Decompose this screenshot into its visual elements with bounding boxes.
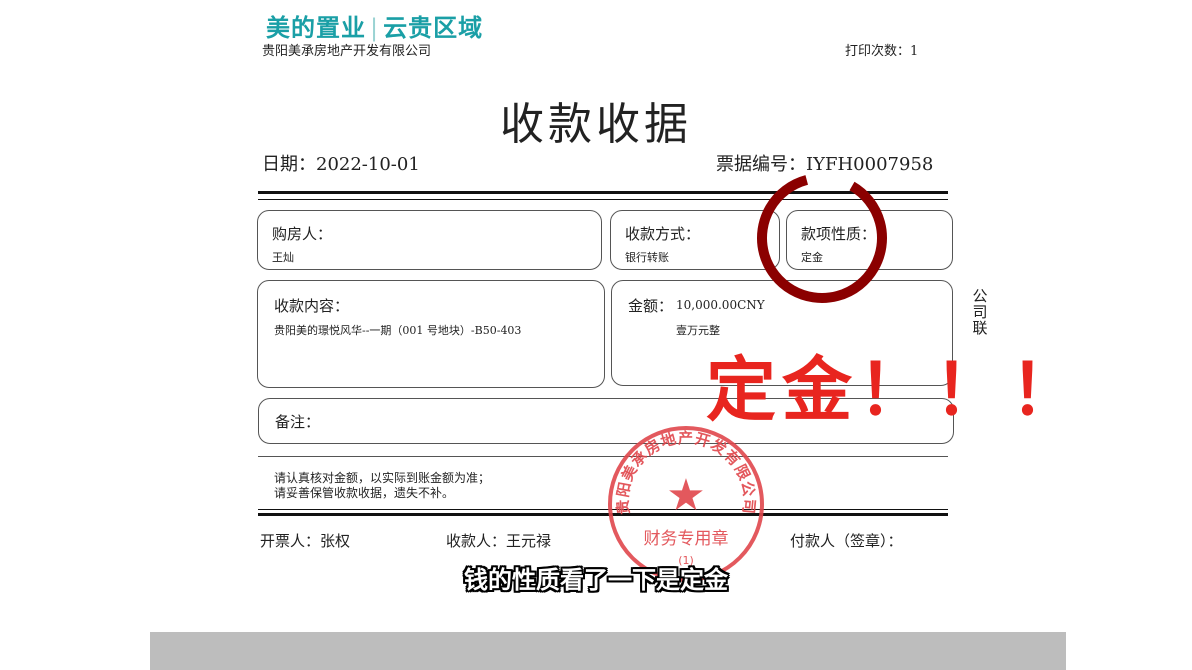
logo-left-text: 美的置业: [266, 14, 366, 42]
document-title: 收款收据: [500, 99, 692, 150]
logo-right-text: 云贵区域: [383, 14, 484, 42]
payment-method-label: 收款方式：: [625, 225, 701, 243]
note-line-1: 请认真核对金额，以实际到账金额为准；: [274, 471, 491, 485]
print-count: 打印次数：1: [845, 44, 919, 59]
payer-signature: 付款人（签章）：: [790, 532, 903, 550]
video-subtitle: 钱的性质看了一下是定金: [464, 566, 728, 594]
note-line-2: 请妥善保管收款收据，遗失不补。: [274, 486, 455, 500]
brand-logo: 美的置业 | 云贵区域: [266, 8, 483, 43]
receipt-date: 日期：2022-10-01: [262, 154, 420, 175]
amount-label: 金额：: [628, 297, 674, 315]
company-name: 贵阳美承房地产开发有限公司: [262, 44, 432, 59]
content-box: 收款内容： 贵阳美的璟悦风华--一期（001 号地块）-B50-403: [257, 280, 605, 388]
buyer-label: 购房人：: [272, 225, 333, 243]
bottom-grey-bar: [150, 632, 1066, 670]
bottom-rule-thick: [258, 513, 948, 516]
stamp-star: ★: [666, 470, 705, 521]
notes-block: 请认真核对金额，以实际到账金额为准； 请妥善保管收款收据，遗失不补。: [274, 471, 490, 501]
issuer-signature: 开票人：张权: [260, 532, 351, 550]
bottom-rule-thin: [258, 509, 948, 510]
remark-label: 备注：: [275, 413, 321, 431]
content-label: 收款内容：: [274, 297, 350, 315]
buyer-box: 购房人： 王灿: [257, 210, 602, 270]
annotation-circle: [757, 173, 887, 303]
buyer-value: 王灿: [272, 251, 294, 264]
overlay-annotation-text: 定金！！！: [706, 349, 1086, 431]
stamp-center-text: 财务专用章: [644, 529, 729, 549]
content-value: 贵阳美的璟悦风华--一期（001 号地块）-B50-403: [274, 324, 522, 337]
logo-separator: |: [370, 14, 380, 42]
copy-side-label: 公司联: [972, 287, 988, 337]
payment-method-value: 银行转账: [625, 251, 669, 264]
notes-rule: [258, 456, 948, 457]
receiver-signature: 收款人：王元禄: [446, 532, 552, 550]
